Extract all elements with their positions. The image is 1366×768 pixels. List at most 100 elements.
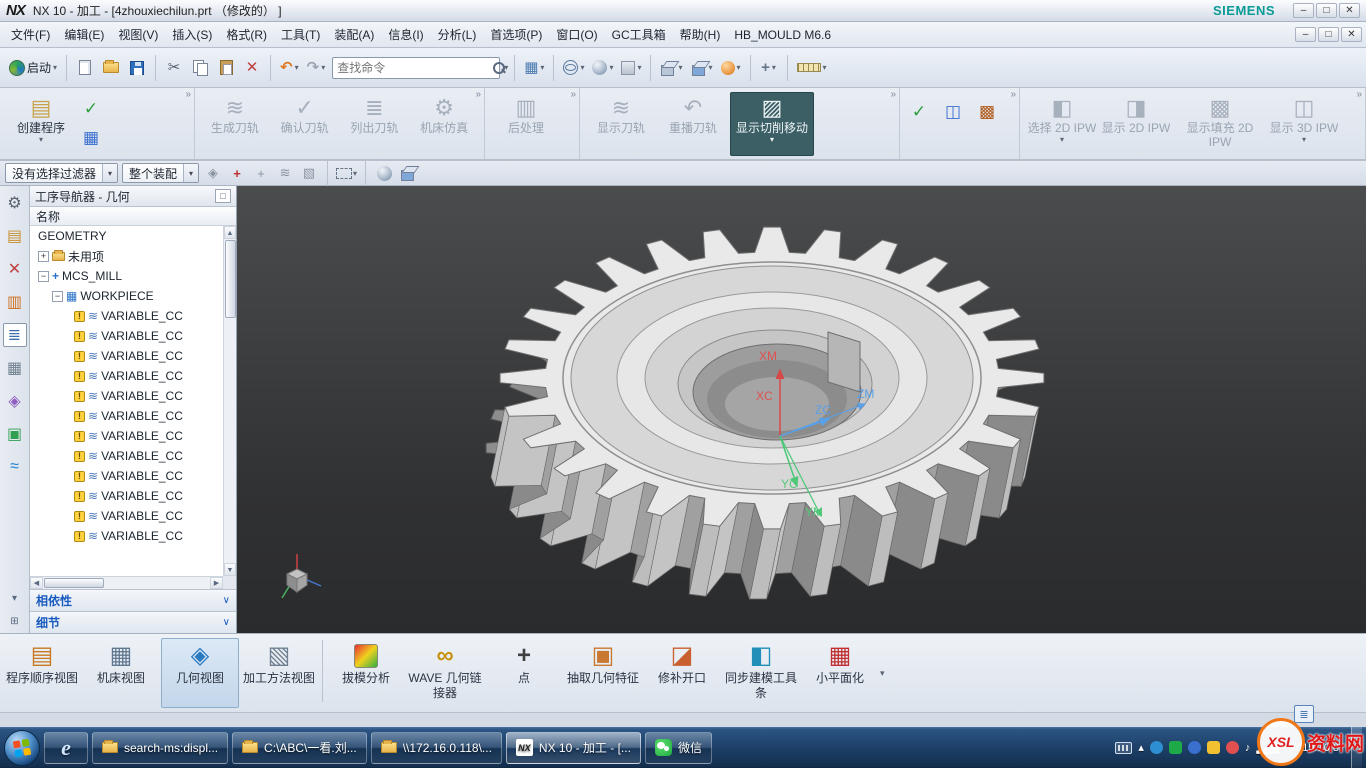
expand-icon[interactable]: + [38, 251, 49, 262]
tree-row-operation[interactable]: !≋VARIABLE_CC [30, 366, 223, 386]
measure-button[interactable]: ▾ [794, 54, 830, 82]
vertical-scrollbar[interactable]: ▲ ▼ [223, 226, 236, 576]
program-order-view-button[interactable]: ▤ 程序顺序视图 [3, 638, 81, 708]
close-button[interactable]: ✕ [1339, 3, 1360, 18]
template-palette-icon[interactable]: ▣ [3, 422, 27, 446]
roles-gear-icon[interactable]: ⚙ [3, 191, 27, 215]
maximize-button[interactable]: □ [1316, 3, 1337, 18]
scroll-right-arrow[interactable]: ▶ [210, 577, 223, 589]
minimize-button[interactable]: – [1293, 3, 1314, 18]
toolbar-options-caret[interactable]: ▾ [880, 638, 885, 679]
volume-icon[interactable]: ♪ [1245, 742, 1251, 754]
window-layout-button[interactable]: ▦▾ [521, 54, 547, 82]
command-search-box[interactable] [332, 57, 500, 79]
group-expander-icon[interactable]: » [475, 89, 481, 100]
details-section-header[interactable]: 细节 ∨ [30, 611, 236, 633]
start-button[interactable] [4, 730, 40, 766]
grid-mini-button[interactable]: ▦ [78, 126, 104, 150]
tree-row-operation[interactable]: !≋VARIABLE_CC [30, 466, 223, 486]
web-browser-icon[interactable]: ≈ [3, 455, 27, 479]
machine-simulation-button[interactable]: ⚙ 机床仿真 [410, 92, 478, 156]
dependencies-section-header[interactable]: 相依性 ∨ [30, 589, 236, 611]
verify-toolpath-button[interactable]: ✓ 确认刀轨 [271, 92, 339, 156]
constraint-navigator-icon[interactable]: ✕ [3, 257, 27, 281]
check-mini-button[interactable]: ✓ [78, 97, 104, 121]
point-on-curve-button[interactable]: + [251, 163, 271, 183]
menu-help[interactable]: 帮助(H) [673, 22, 728, 47]
show-filled-2d-ipw-button[interactable]: ▩ 显示填充 2D IPW [1174, 92, 1266, 156]
menu-view[interactable]: 视图(V) [111, 22, 165, 47]
save-button[interactable] [125, 54, 149, 82]
tree-row-workpiece[interactable]: − ▦ WORKPIECE [30, 286, 223, 306]
geometry-view-button[interactable]: ◈ 几何视图 [161, 638, 239, 708]
menu-assemblies[interactable]: 装配(A) [327, 22, 381, 47]
tree-row-unused-items[interactable]: + 未用项 [30, 246, 223, 266]
taskbar-ie-button[interactable]: e [44, 732, 88, 764]
copy-button[interactable] [188, 54, 212, 82]
taskbar-search-folder-button[interactable]: search-ms:displ... [92, 732, 228, 764]
group-expander-icon[interactable]: » [185, 89, 191, 100]
orient-view-button[interactable]: ▾ [657, 54, 685, 82]
panel-float-button[interactable]: □ [215, 189, 231, 203]
menu-tools[interactable]: 工具(T) [274, 22, 327, 47]
render-style-button[interactable]: ▾ [589, 54, 616, 82]
navigator-column-header[interactable]: 名称 [30, 207, 236, 226]
generate-toolpath-button[interactable]: ≋ 生成刀轨 [201, 92, 269, 156]
scrollbar-thumb[interactable] [44, 578, 104, 588]
facet-body-button[interactable]: ▦ 小平面化 [801, 638, 879, 708]
show-cutting-moves-button[interactable]: ▨ 显示切削移动 ▾ [730, 92, 814, 156]
taskbar-wechat-button[interactable]: 微信 [645, 732, 712, 764]
snap-point-button[interactable]: +▾ [757, 54, 781, 82]
graphics-viewport[interactable]: XM XC ZC ZM YC YM [237, 186, 1366, 633]
report-shortest-tool-button[interactable]: ▩ [974, 100, 1000, 124]
postprocess-button[interactable]: ▥ 后处理 [491, 92, 561, 156]
curve-snap-button[interactable]: ≋ [275, 163, 295, 183]
shaded-wireframe-button[interactable] [374, 163, 394, 183]
synchronous-modeling-button[interactable]: ◧ 同步建模工具条 [722, 638, 800, 708]
menu-edit[interactable]: 编辑(E) [57, 22, 111, 47]
work-section-button[interactable] [398, 163, 418, 183]
machine-tool-navigator-icon[interactable]: ▦ [3, 356, 27, 380]
child-restore-button[interactable]: □ [1318, 27, 1339, 42]
true-shading-button[interactable]: ▾ [718, 54, 744, 82]
update-tray-icon[interactable] [1207, 741, 1220, 754]
scroll-down-arrow[interactable]: ▼ [224, 563, 236, 576]
command-search-input[interactable] [337, 61, 492, 75]
create-program-button[interactable]: ▤ 创建程序 ▾ [6, 92, 76, 156]
tree-row-geometry[interactable]: GEOMETRY [30, 226, 223, 246]
security-tray-icon[interactable] [1226, 741, 1239, 754]
scroll-up-arrow[interactable]: ▲ [224, 226, 236, 239]
process-assistant-icon[interactable]: ◈ [3, 389, 27, 413]
machining-method-view-button[interactable]: ▧ 加工方法视图 [240, 638, 318, 708]
tree-row-operation[interactable]: !≋VARIABLE_CC [30, 506, 223, 526]
wave-geometry-linker-button[interactable]: ∞ WAVE 几何链接器 [406, 638, 484, 708]
tree-row-operation[interactable]: !≋VARIABLE_CC [30, 526, 223, 546]
part-navigator-icon[interactable]: ▥ [3, 290, 27, 314]
taskbar-abc-folder-button[interactable]: C:\ABC\一看.刘... [232, 732, 367, 764]
menu-information[interactable]: 信息(I) [381, 22, 430, 47]
collapse-icon[interactable]: − [52, 291, 63, 302]
menu-hb-mould[interactable]: HB_MOULD M6.6 [727, 24, 838, 46]
antivirus-tray-icon[interactable] [1169, 741, 1182, 754]
show-toolpath-button[interactable]: ≋ 显示刀轨 [586, 92, 656, 156]
collapse-icon[interactable]: − [38, 271, 49, 282]
tree-row-operation[interactable]: !≋VARIABLE_CC [30, 306, 223, 326]
menu-analysis[interactable]: 分析(L) [431, 22, 484, 47]
taskbar-nx-button[interactable]: NX NX 10 - 加工 - [... [506, 732, 641, 764]
tree-row-operation[interactable]: !≋VARIABLE_CC [30, 326, 223, 346]
gouge-check-button[interactable]: ✓ [906, 100, 932, 124]
palette-box-icon[interactable]: ⊞ [3, 614, 27, 628]
scrollbar-thumb[interactable] [225, 240, 236, 318]
replay-toolpath-button[interactable]: ↶ 重播刀轨 [658, 92, 728, 156]
show-hidden-icons-button[interactable]: ▴ [1138, 741, 1144, 754]
tree-row-operation[interactable]: !≋VARIABLE_CC [30, 486, 223, 506]
orient-view-iso-button[interactable]: ▾ [688, 54, 716, 82]
tree-row-operation[interactable]: !≋VARIABLE_CC [30, 406, 223, 426]
group-expander-icon[interactable]: » [1356, 89, 1362, 100]
tree-row-mcs-mill[interactable]: − + MCS_MILL [30, 266, 223, 286]
patch-openings-button[interactable]: ◪ 修补开口 [643, 638, 721, 708]
menu-gc-toolbox[interactable]: GC工具箱 [605, 22, 673, 47]
child-close-button[interactable]: ✕ [1341, 27, 1362, 42]
cloud-tray-icon[interactable] [1188, 741, 1201, 754]
menu-preferences[interactable]: 首选项(P) [483, 22, 549, 47]
